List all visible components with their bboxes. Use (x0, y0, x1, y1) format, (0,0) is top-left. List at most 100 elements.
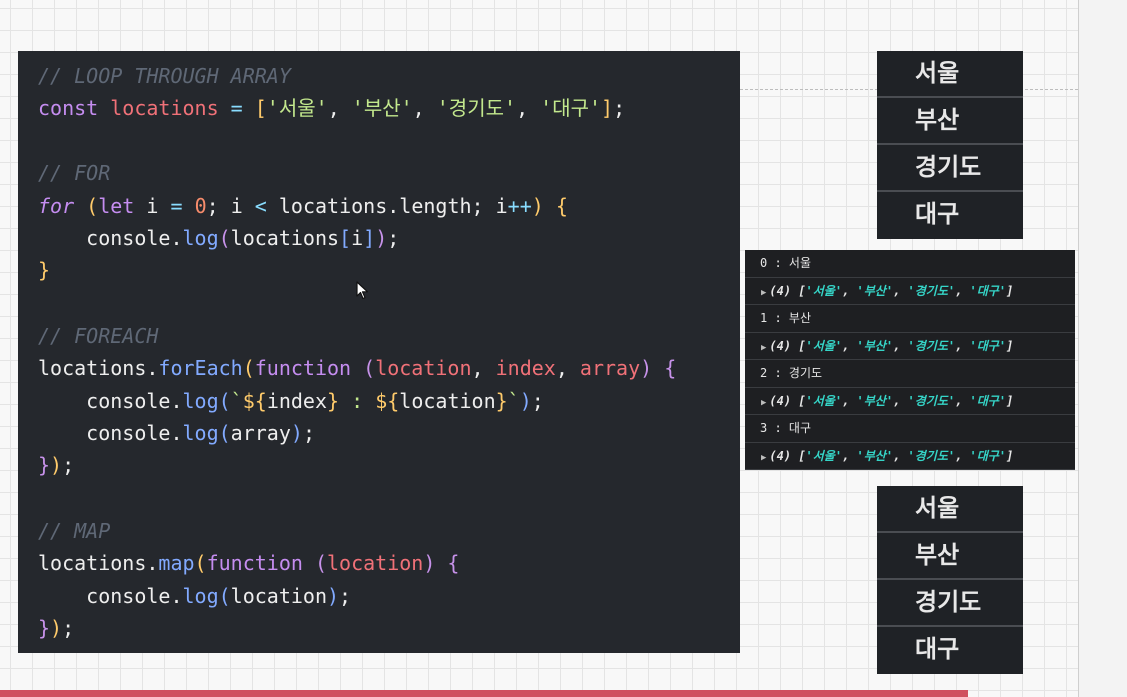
code-token: } (327, 389, 340, 413)
code-token: ; (302, 421, 315, 445)
code-token: } (38, 453, 51, 477)
array-separator: , (955, 393, 970, 408)
code-token: '대구' (540, 96, 602, 120)
array-suffix: ] (1006, 393, 1014, 408)
array-separator: , (893, 338, 908, 353)
array-item: '대구' (969, 283, 1007, 298)
code-token: array (579, 356, 641, 380)
code-token: } (38, 616, 51, 640)
code-token: ( (218, 226, 231, 250)
array-prefix: (4) [ (769, 283, 806, 298)
code-line: }); (38, 612, 74, 644)
code-token: ; (613, 96, 626, 120)
list-item: 경기도 (877, 145, 1023, 192)
array-item: '부산' (856, 393, 894, 408)
code-token: index (266, 389, 328, 413)
console-array-row[interactable]: ▶ (4) ['서울', '부산', '경기도', '대구'] (745, 443, 1075, 470)
code-token: ${ (242, 389, 267, 413)
code-line: locations.forEach(function (location, in… (38, 352, 676, 384)
code-token: locations (110, 96, 219, 120)
code-token: array (230, 421, 291, 445)
code-token: ${ (375, 389, 400, 413)
array-suffix: ] (1006, 283, 1014, 298)
array-prefix: (4) [ (769, 448, 806, 463)
code-token: locations. (38, 356, 159, 380)
progress-bar (0, 690, 968, 697)
code-token: location (399, 389, 496, 413)
console-array-row[interactable]: ▶ (4) ['서울', '부산', '경기도', '대구'] (745, 278, 1075, 305)
code-token: ; (339, 584, 352, 608)
rendered-list-bottom: 서울 부산 경기도 대구 (877, 486, 1023, 674)
array-separator: , (842, 338, 857, 353)
code-token: locations (230, 226, 340, 250)
array-item: '경기도' (907, 283, 956, 298)
array-suffix: ] (1006, 338, 1014, 353)
code-editor[interactable]: // LOOP THROUGH ARRAY const locations = [… (18, 51, 740, 653)
list-item: 대구 (915, 635, 960, 663)
code-token: ; (531, 389, 544, 413)
array-separator: , (893, 283, 908, 298)
code-token: i (134, 194, 171, 218)
code-token: // MAP (38, 519, 111, 543)
code-line: // MAP (38, 515, 110, 547)
expand-triangle-icon[interactable]: ▶ (761, 288, 766, 298)
list-item: 대구 (915, 200, 960, 228)
code-token: ) (375, 226, 388, 250)
code-token: log (182, 226, 219, 250)
code-token: ; i (206, 194, 255, 218)
code-token: , (516, 96, 541, 120)
console-log-row: 3 : 대구 (745, 415, 1075, 443)
list-item: 부산 (877, 98, 1023, 145)
mouse-cursor-icon (356, 281, 369, 300)
array-item: '대구' (969, 393, 1007, 408)
code-token: let (98, 194, 135, 218)
list-item: 서울 (877, 486, 1023, 533)
array-item: '서울' (805, 338, 843, 353)
array-item: '경기도' (907, 338, 956, 353)
array-item: '경기도' (907, 393, 956, 408)
code-token: '경기도' (436, 96, 517, 120)
code-token: , (555, 356, 580, 380)
code-line: for (let i = 0; i < locations.length; i+… (38, 190, 568, 222)
code-token: location (230, 584, 327, 608)
array-item: '서울' (805, 283, 843, 298)
array-item: '부산' (856, 338, 894, 353)
code-token: : (339, 389, 376, 413)
code-token: ) { (640, 356, 677, 380)
code-token: locations.length; i (266, 194, 508, 218)
code-line: // FOR (38, 157, 110, 189)
code-token: ) (290, 421, 303, 445)
array-prefix: (4) [ (769, 393, 806, 408)
array-separator: , (955, 448, 970, 463)
code-token: ( (74, 194, 99, 218)
code-token: function (206, 551, 303, 575)
code-token: locations. (38, 551, 159, 575)
code-token: ) (50, 453, 63, 477)
code-token: // FOREACH (38, 324, 159, 348)
console-log-row: 2 : 경기도 (745, 360, 1075, 388)
code-line: // LOOP THROUGH ARRAY (38, 60, 291, 92)
rendered-list-top: 서울 부산 경기도 대구 (877, 51, 1023, 239)
console-output: 0 : 서울 ▶ (4) ['서울', '부산', '경기도', '대구'] 1 : … (745, 250, 1075, 470)
code-line: // FOREACH (38, 320, 158, 352)
code-token: console. (38, 584, 183, 608)
code-token: , (412, 96, 437, 120)
expand-triangle-icon[interactable]: ▶ (761, 343, 766, 353)
array-separator: , (955, 338, 970, 353)
code-token: , (471, 356, 496, 380)
code-token: const (38, 96, 111, 120)
array-prefix: (4) [ (769, 338, 806, 353)
console-array-row[interactable]: ▶ (4) ['서울', '부산', '경기도', '대구'] (745, 388, 1075, 415)
console-array-row[interactable]: ▶ (4) ['서울', '부산', '경기도', '대구'] (745, 333, 1075, 360)
expand-triangle-icon[interactable]: ▶ (761, 453, 766, 463)
code-token: ) (327, 584, 340, 608)
array-item: '경기도' (907, 448, 956, 463)
code-token: ) (519, 389, 532, 413)
code-line: }); (38, 449, 74, 481)
list-item: 경기도 (877, 580, 1023, 627)
code-token: [ (254, 96, 267, 120)
code-token: ; (387, 226, 400, 250)
expand-triangle-icon[interactable]: ▶ (761, 398, 766, 408)
code-token: [ (339, 226, 352, 250)
code-token: ( (218, 421, 231, 445)
